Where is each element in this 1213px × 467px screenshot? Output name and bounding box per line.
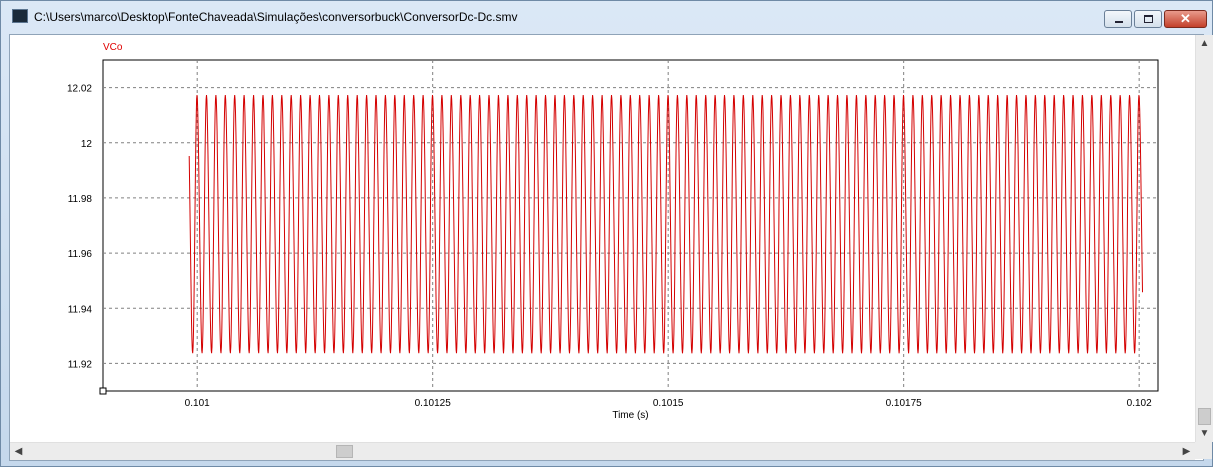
horizontal-scroll-thumb[interactable] xyxy=(336,445,353,458)
y-tick-label: 12 xyxy=(81,139,93,150)
chevron-down-icon[interactable]: ▼ xyxy=(1196,425,1213,442)
window-title: C:\Users\marco\Desktop\FonteChaveada\Sim… xyxy=(34,10,518,24)
y-tick-label: 11.96 xyxy=(68,249,93,260)
chart: 11.92 11.94 11.96 11.98 12 12.02 0.101 0.10125 0… xyxy=(67,42,1159,421)
horizontal-scrollbar[interactable]: ◀ ▶ xyxy=(10,442,1195,460)
minimize-icon xyxy=(1115,21,1123,23)
title-bar[interactable]: C:\Users\marco\Desktop\FonteChaveada\Sim… xyxy=(1,1,1212,31)
vertical-scroll-thumb[interactable] xyxy=(1198,408,1211,425)
y-tick-label: 12.02 xyxy=(67,84,92,95)
y-tick-label: 11.98 xyxy=(68,194,93,205)
app-icon xyxy=(12,9,28,23)
y-tick-label: 11.92 xyxy=(68,359,93,370)
x-tick-label: 0.101 xyxy=(185,398,210,409)
x-axis-label: Time (s) xyxy=(612,410,648,421)
legend-vco: VCo xyxy=(103,42,123,53)
chevron-left-icon[interactable]: ◀ xyxy=(10,443,27,460)
maximize-icon xyxy=(1144,15,1153,23)
chevron-right-icon[interactable]: ▶ xyxy=(1178,443,1195,460)
application-window: C:\Users\marco\Desktop\FonteChaveada\Sim… xyxy=(0,0,1213,467)
minimize-button[interactable] xyxy=(1104,10,1132,28)
x-tick-label: 0.102 xyxy=(1127,398,1152,409)
origin-marker xyxy=(99,387,107,395)
close-button[interactable]: ✕ xyxy=(1164,10,1207,28)
vertical-scrollbar[interactable]: ▲ ▼ xyxy=(1195,35,1213,442)
y-tick-label: 11.94 xyxy=(68,304,93,315)
x-tick-label: 0.10175 xyxy=(886,398,923,409)
close-icon: ✕ xyxy=(1180,11,1191,26)
maximize-button[interactable] xyxy=(1134,10,1162,28)
x-tick-label: 0.10125 xyxy=(415,398,452,409)
x-tick-label: 0.1015 xyxy=(653,398,684,409)
scrollbar-corner xyxy=(1195,442,1212,459)
plot-area: 11.92 11.94 11.96 11.98 12 12.02 0.101 0.10125 0… xyxy=(9,34,1213,461)
chevron-up-icon[interactable]: ▲ xyxy=(1196,35,1213,52)
